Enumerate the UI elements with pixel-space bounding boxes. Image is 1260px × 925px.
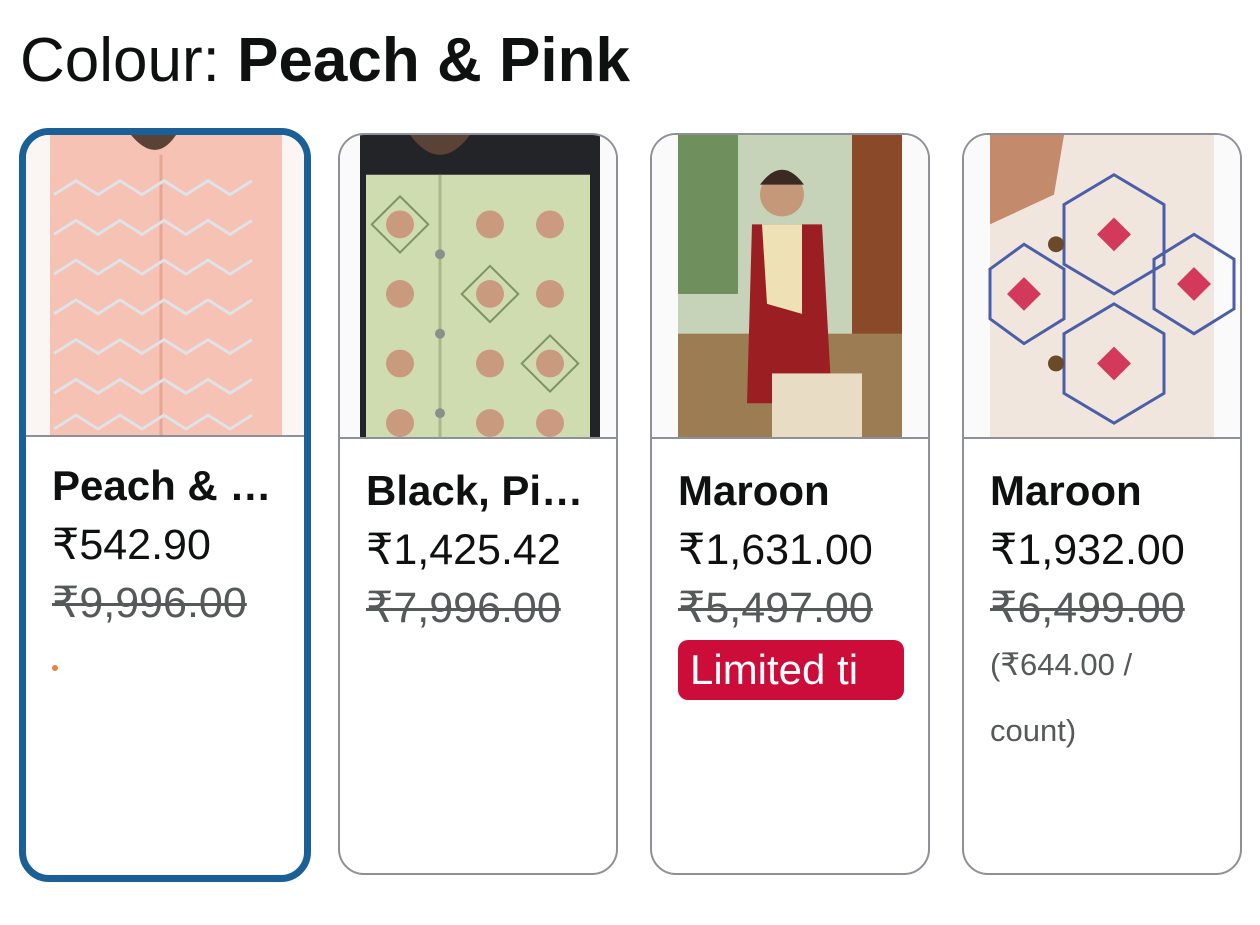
loading-dot-icon xyxy=(52,665,58,671)
selected-colour-value: Peach & Pink xyxy=(237,26,630,95)
variant-card-maroon-1[interactable]: Maroon ₹1,631.00 ₹5,497.00 Limited ti xyxy=(650,133,930,875)
variant-image xyxy=(340,135,616,439)
variant-card-maroon-2[interactable]: Maroon ₹1,932.00 ₹6,499.00 (₹644.00 / co… xyxy=(962,133,1242,875)
variant-title: Maroon xyxy=(678,467,830,514)
variant-image xyxy=(26,135,304,437)
variant-list-price: ₹6,499.00 xyxy=(990,584,1185,632)
variant-price: ₹1,631.00 xyxy=(678,526,873,574)
variant-title: Black, Pista Green xyxy=(366,467,606,514)
colour-heading: Colour: Peach & Pink xyxy=(20,22,630,100)
variant-image xyxy=(964,135,1240,439)
variant-price: ₹1,932.00 xyxy=(990,526,1185,574)
variant-price: ₹1,425.42 xyxy=(366,526,561,574)
variant-card-black-pista-green[interactable]: Black, Pista Green ₹1,425.42 ₹7,996.00 xyxy=(338,133,618,875)
limited-time-deal-badge: Limited ti xyxy=(678,640,904,700)
variant-price: ₹542.90 xyxy=(52,521,211,569)
variant-list-price: ₹9,996.00 xyxy=(52,579,247,627)
colour-label: Colour: xyxy=(20,26,238,95)
variant-image xyxy=(652,135,928,439)
variant-title: Peach & Pink xyxy=(52,462,294,509)
variant-title: Maroon xyxy=(990,467,1142,514)
variant-list-price: ₹7,996.00 xyxy=(366,584,561,632)
variant-card-peach-pink[interactable]: Peach & Pink ₹542.90 ₹9,996.00 xyxy=(19,128,311,882)
variant-list-price: ₹5,497.00 xyxy=(678,584,873,632)
unit-price: (₹644.00 / count) xyxy=(990,647,1133,748)
